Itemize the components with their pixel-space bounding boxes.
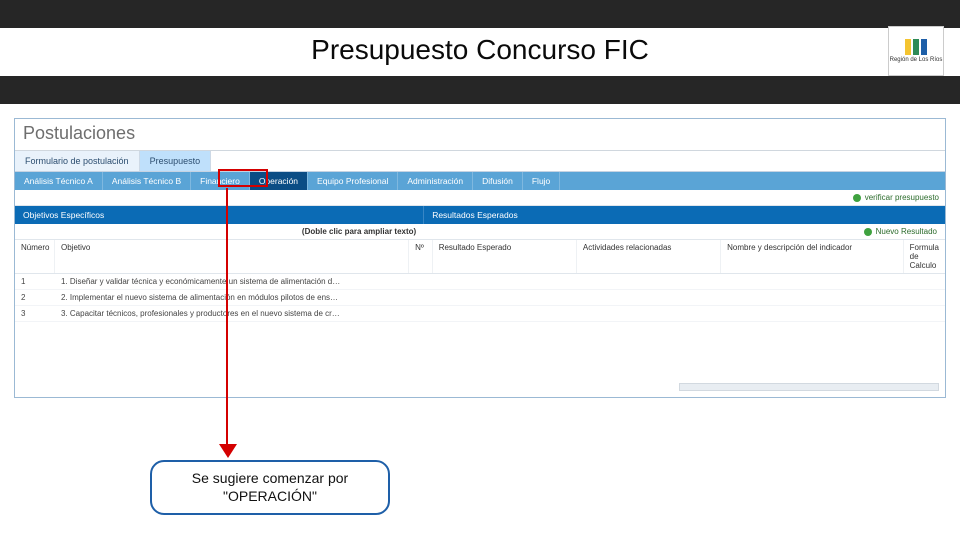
verify-toolbar: verificar presupuesto <box>15 190 945 206</box>
resultados-header: Resultados Esperados <box>424 206 945 224</box>
col-formula: Formula de Calculo <box>904 240 945 273</box>
verify-icon <box>853 194 861 202</box>
row-num: 3 <box>15 306 55 321</box>
columns-header: Número Objetivo Nº Resultado Esperado Ac… <box>15 240 945 274</box>
tab-analisis-a[interactable]: Análisis Técnico A <box>15 172 103 190</box>
app-window: Postulaciones Formulario de postulación … <box>14 118 946 398</box>
tab-difusion[interactable]: Difusión <box>473 172 523 190</box>
slide-header-bar: Presupuesto Concurso FIC Región de Los R… <box>0 0 960 104</box>
col-resultado: Resultado Esperado <box>433 240 577 273</box>
logo-bars-icon <box>905 39 927 55</box>
annotation-arrow-head-icon <box>219 444 237 458</box>
row-obj: 3. Capacitar técnicos, profesionales y p… <box>55 306 424 321</box>
callout-box: Se sugiere comenzar por "OPERACIÓN" <box>150 460 390 515</box>
tab-formulario[interactable]: Formulario de postulación <box>15 151 140 171</box>
col-objetivo: Objetivo <box>55 240 409 273</box>
callout-line1: Se sugiere comenzar por <box>164 470 376 488</box>
objetivos-header: Objetivos Específicos <box>15 206 424 224</box>
annotation-arrow-shaft <box>226 188 228 448</box>
row-obj: 1. Diseñar y validar técnica y económica… <box>55 274 424 289</box>
panel-header-row: Objetivos Específicos Resultados Esperad… <box>15 206 945 224</box>
tab-equipo[interactable]: Equipo Profesional <box>308 172 398 190</box>
slide-title: Presupuesto Concurso FIC <box>0 34 960 66</box>
tab-operacion[interactable]: Operación <box>250 172 308 190</box>
inner-tabstrip: Análisis Técnico A Análisis Técnico B Fi… <box>15 172 945 190</box>
tab-administracion[interactable]: Administración <box>398 172 473 190</box>
callout-line2: "OPERACIÓN" <box>164 488 376 506</box>
table-row[interactable]: 3 3. Capacitar técnicos, profesionales y… <box>15 306 945 322</box>
row-num: 1 <box>15 274 55 289</box>
col-actividades: Actividades relacionadas <box>577 240 721 273</box>
hint-row: (Doble clic para ampliar texto) Nuevo Re… <box>15 224 945 240</box>
col-n: Nº <box>409 240 433 273</box>
outer-tabstrip: Formulario de postulación Presupuesto <box>15 151 945 172</box>
tab-flujo[interactable]: Flujo <box>523 172 560 190</box>
row-num: 2 <box>15 290 55 305</box>
table-row[interactable]: 2 2. Implementar el nuevo sistema de ali… <box>15 290 945 306</box>
col-numero: Número <box>15 240 55 273</box>
row-obj: 2. Implementar el nuevo sistema de alime… <box>55 290 424 305</box>
col-indicador: Nombre y descripción del indicador <box>721 240 904 273</box>
logo-text: Región de Los Ríos <box>890 57 943 64</box>
tab-financiero[interactable]: Financiero <box>191 172 250 190</box>
tab-analisis-b[interactable]: Análisis Técnico B <box>103 172 191 190</box>
tab-presupuesto[interactable]: Presupuesto <box>140 151 212 171</box>
add-icon <box>864 228 872 236</box>
table-row[interactable]: 1 1. Diseñar y validar técnica y económi… <box>15 274 945 290</box>
new-result-button[interactable]: Nuevo Resultado <box>876 227 937 236</box>
data-rows: 1 1. Diseñar y validar técnica y económi… <box>15 274 945 322</box>
region-logo: Región de Los Ríos <box>888 26 944 76</box>
verify-button[interactable]: verificar presupuesto <box>865 193 939 202</box>
section-heading: Postulaciones <box>15 119 945 151</box>
horizontal-scrollbar[interactable] <box>679 383 939 391</box>
double-click-hint: (Doble clic para ampliar texto) <box>15 224 424 239</box>
